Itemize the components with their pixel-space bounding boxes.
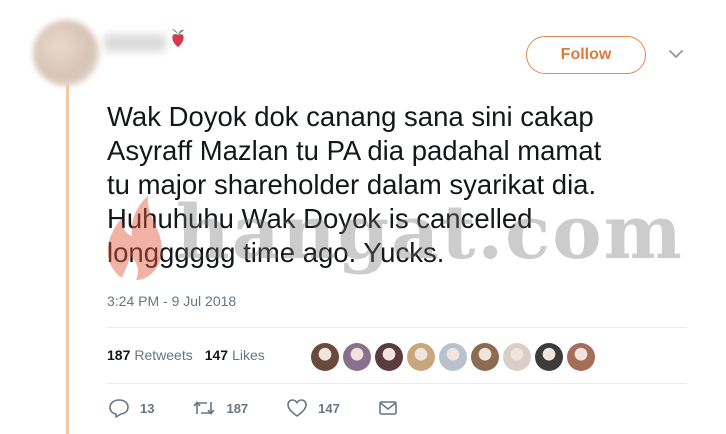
thread-line [66,84,69,434]
liker-avatar[interactable] [311,343,339,371]
divider [107,327,687,328]
retweet-icon [193,401,216,415]
liker-avatar[interactable] [343,343,371,371]
reply-icon [109,399,129,418]
follow-button[interactable]: Follow [526,36,646,74]
retweets-count: 187 [107,347,131,363]
retweets-label: Retweets [134,347,193,363]
retweet-button[interactable]: 187 [192,399,248,417]
retweet-count: 187 [226,400,249,416]
liker-avatar[interactable] [535,343,563,371]
reply-button[interactable]: 13 [108,398,154,418]
divider [107,383,687,384]
tweet-timestamp[interactable]: 3:24 PM - 9 Jul 2018 [107,293,236,309]
tweet-text: Wak Doyok dok canang sana sini cakap Asy… [107,101,602,268]
likes-count: 147 [204,347,229,363]
emoji-icon [172,29,184,47]
liker-avatars [311,343,595,371]
liker-avatar[interactable] [439,343,467,371]
liker-avatar[interactable] [567,343,595,371]
liker-avatar[interactable] [375,343,403,371]
liker-avatar[interactable] [471,343,499,371]
liker-avatar[interactable] [503,343,531,371]
like-button[interactable]: 147 [286,398,340,418]
likes-stat[interactable]: 147 Likes [205,347,265,363]
like-icon [287,399,307,417]
user-avatar[interactable] [33,20,99,86]
retweets-stat[interactable]: 187 Retweets [107,347,193,363]
liker-avatar[interactable] [407,343,435,371]
engagement-stats: 187 Retweets 147 Likes [107,347,265,363]
reply-count: 13 [140,400,155,416]
likes-label: Likes [232,347,265,363]
message-icon [379,401,397,415]
message-button[interactable] [378,399,398,417]
user-name-blurred[interactable] [104,34,166,52]
tweet-actions: 13 187 147 [108,398,436,418]
like-count: 147 [318,400,340,416]
chevron-down-icon[interactable] [668,48,684,60]
